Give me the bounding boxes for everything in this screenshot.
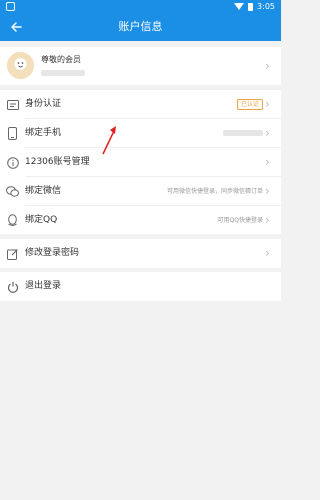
masked-account bbox=[41, 70, 85, 76]
logout-group: 退出登录 bbox=[0, 272, 281, 301]
row-identity[interactable]: 身份认证 已认证 › bbox=[0, 90, 281, 119]
chevron-right-icon: › bbox=[265, 97, 270, 111]
wechat-icon bbox=[6, 185, 19, 198]
change-password-label: 修改登录密码 bbox=[25, 248, 80, 258]
verified-badge: 已认证 bbox=[236, 99, 263, 110]
app-header: 账户信息 bbox=[0, 13, 281, 41]
logout-label: 退出登录 bbox=[25, 281, 62, 291]
page-title: 账户信息 bbox=[118, 20, 163, 33]
chevron-right-icon: › bbox=[265, 213, 270, 227]
masked-phone-number bbox=[223, 130, 263, 136]
row-12306-account[interactable]: 12306账号管理 › bbox=[0, 148, 281, 177]
edit-icon bbox=[6, 247, 19, 260]
chevron-right-icon: › bbox=[265, 155, 270, 169]
wechat-label: 绑定微信 bbox=[25, 186, 62, 196]
annotation-arrow-icon bbox=[102, 126, 116, 155]
row-logout[interactable]: 退出登录 bbox=[0, 272, 281, 301]
phone-label: 绑定手机 bbox=[25, 128, 62, 138]
identity-label: 身份认证 bbox=[25, 99, 62, 109]
chevron-right-icon: › bbox=[265, 184, 270, 198]
chevron-right-icon: › bbox=[265, 246, 270, 260]
avatar bbox=[7, 52, 34, 79]
qq-icon bbox=[6, 214, 19, 227]
battery-icon bbox=[248, 2, 254, 11]
qq-label: 绑定QQ bbox=[25, 215, 58, 225]
status-right: 3:05 bbox=[234, 0, 275, 13]
power-icon bbox=[6, 280, 19, 293]
notification-icon bbox=[6, 2, 15, 11]
chevron-right-icon: › bbox=[265, 59, 270, 73]
avatar-illustration-icon bbox=[7, 52, 34, 79]
phone-icon bbox=[6, 127, 19, 140]
status-bar: 3:05 bbox=[0, 0, 281, 13]
chevron-right-icon: › bbox=[265, 126, 270, 140]
id-card-icon bbox=[6, 98, 19, 111]
wifi-icon bbox=[234, 3, 245, 10]
member-name: 尊敬的会员 bbox=[41, 55, 81, 64]
account-settings-list: 身份认证 已认证 › 绑定手机 › 12306账号管理 › 绑定微信 可用微信快… bbox=[0, 90, 281, 234]
account-manage-label: 12306账号管理 bbox=[25, 157, 90, 167]
row-bind-phone[interactable]: 绑定手机 › bbox=[0, 119, 281, 148]
password-group: 修改登录密码 › bbox=[0, 239, 281, 268]
status-time: 3:05 bbox=[257, 2, 275, 11]
info-icon bbox=[6, 156, 19, 169]
qq-hint: 可用QQ快捷登录 bbox=[217, 217, 263, 224]
profile-card[interactable]: 尊敬的会员 › bbox=[0, 47, 281, 85]
row-bind-wechat[interactable]: 绑定微信 可用微信快捷登录，同步微信猜订单 › bbox=[0, 177, 281, 206]
row-bind-qq[interactable]: 绑定QQ 可用QQ快捷登录 › bbox=[0, 206, 281, 235]
wechat-hint: 可用微信快捷登录，同步微信猜订单 bbox=[166, 188, 263, 195]
row-change-password[interactable]: 修改登录密码 › bbox=[0, 239, 281, 268]
